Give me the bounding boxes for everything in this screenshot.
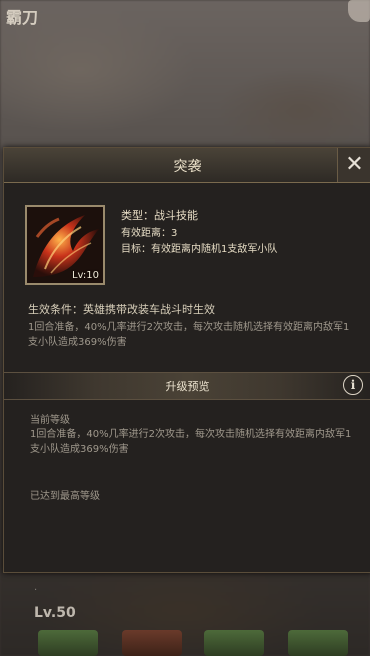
- background-slot: [204, 630, 264, 656]
- background-sub-text: ·: [34, 585, 38, 596]
- close-button[interactable]: ✕: [337, 148, 370, 182]
- skill-range: 有效距离：3: [121, 228, 178, 239]
- dialog-title: 突袭: [173, 159, 202, 175]
- upgrade-preview-bar: 升级预览 i: [4, 372, 370, 400]
- background-slot: [122, 630, 182, 656]
- skill-icon: Lv:10: [25, 205, 105, 285]
- background-level: Lv.50: [34, 605, 76, 621]
- current-level-description: 1回合准备，40%几率进行2次攻击，每次攻击随机选择有效距离内敌军1支小队造成3…: [30, 429, 352, 455]
- skill-level: Lv:10: [71, 270, 99, 281]
- skill-description: 1回合准备，40%几率进行2次攻击，每次攻击随机选择有效距离内敌军1支小队造成3…: [28, 322, 350, 348]
- upgrade-preview-title: 升级预览: [165, 380, 210, 393]
- effect-condition: 生效条件：英雄携带改装车战斗时生效: [28, 303, 215, 316]
- close-icon: ✕: [345, 152, 364, 177]
- background-corner-button: [348, 0, 370, 22]
- background-slot: [288, 630, 348, 656]
- background-title: 霸刀: [6, 8, 39, 27]
- dialog-header: 突袭 ✕: [4, 148, 370, 183]
- background-slot: [38, 630, 98, 656]
- info-icon[interactable]: i: [343, 375, 363, 395]
- max-level-text: 已达到最高等级: [30, 491, 100, 502]
- skill-target: 目标：有效距离内随机1支敌军小队: [121, 244, 278, 255]
- current-level-label: 当前等级: [30, 415, 70, 426]
- skill-type: 类型：战斗技能: [121, 209, 198, 222]
- skill-dialog: 突袭 ✕ Lv:10 类型：战斗技能 有效距离：3 目标：有效距离内随机1支敌军…: [3, 147, 370, 573]
